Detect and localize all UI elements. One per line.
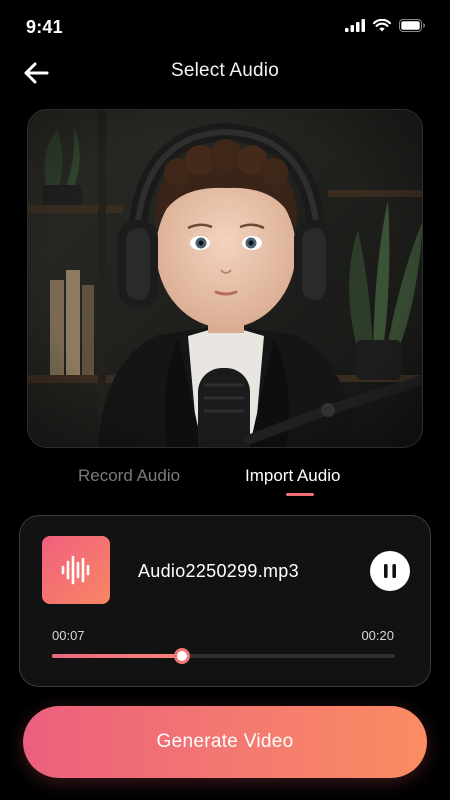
generate-video-button[interactable]: Generate Video [23,706,427,778]
total-time: 00:20 [361,628,394,643]
audio-item-card: Audio2250299.mp3 00:07 00:20 [19,515,431,687]
active-tab-indicator [286,493,314,496]
tab-import-audio[interactable]: Import Audio [245,466,340,486]
battery-icon [399,19,425,32]
audio-thumbnail [42,536,110,604]
status-icons [345,19,426,32]
preview-image [27,109,423,448]
playback-progress-fill [52,654,183,658]
current-time: 00:07 [52,628,85,643]
audio-source-tabs: Record Audio Import Audio [0,466,450,502]
playback-progress-track[interactable] [52,648,395,664]
playback-scrubber-handle[interactable] [174,648,191,664]
status-bar: 9:41 [0,0,450,54]
audio-file-name: Audio2250299.mp3 [138,561,299,581]
tab-record-audio[interactable]: Record Audio [78,466,180,486]
wifi-icon [373,19,391,32]
audio-waveform-icon [61,555,90,585]
status-time: 9:41 [26,17,63,37]
cellular-signal-icon [345,19,365,32]
pause-button[interactable] [370,551,410,591]
pause-icon [384,564,396,578]
page-title: Select Audio [170,60,280,81]
